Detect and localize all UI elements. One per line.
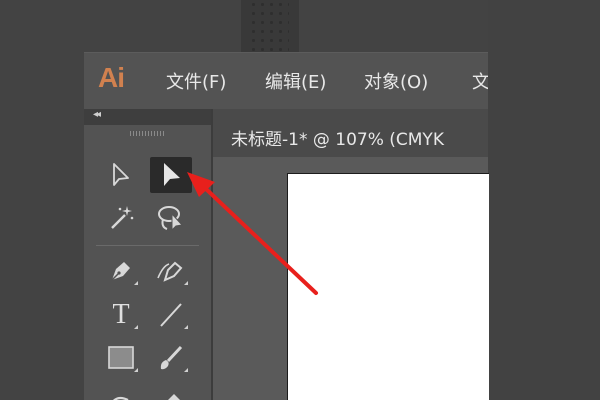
magic-wand-tool[interactable] (100, 200, 142, 236)
menu-text-truncated[interactable]: 文 (472, 68, 488, 94)
background-right-area (488, 0, 600, 400)
pen-nib-icon (111, 262, 130, 281)
hollow-arrow-icon (113, 163, 129, 186)
desktop-background: Ai 文件(F) 编辑(E) 对象(O) 文 ◂◂ T 未标题-1* @ 107… (0, 0, 600, 400)
curvature-pen-icon (157, 261, 183, 282)
pen-tool[interactable] (100, 253, 142, 289)
selection-tool[interactable] (150, 157, 192, 193)
tools-panel-header[interactable]: ◂◂ (84, 109, 211, 125)
document-tab[interactable]: 未标题-1* @ 107% (CMYK (231, 125, 488, 150)
paintbrush-icon (160, 345, 183, 370)
eraser-icon (168, 394, 180, 400)
background-panel-strip (241, 0, 299, 52)
tools-panel: ◂◂ T (84, 109, 213, 400)
line-segment-tool[interactable] (150, 297, 192, 333)
shaper-icon (113, 396, 129, 400)
menu-bar: Ai 文件(F) 编辑(E) 对象(O) 文 (84, 53, 488, 107)
shaper-tool[interactable] (100, 383, 142, 400)
lasso-icon (158, 206, 183, 232)
canvas-area[interactable] (213, 157, 489, 400)
collapse-icon[interactable]: ◂◂ (93, 109, 101, 120)
rectangle-tool[interactable] (100, 340, 142, 376)
paintbrush-tool[interactable] (150, 340, 192, 376)
eraser-tool[interactable] (150, 383, 192, 400)
curvature-tool[interactable] (150, 253, 192, 289)
illustrator-window: Ai 文件(F) 编辑(E) 对象(O) 文 ◂◂ T 未标题-1* @ 107… (84, 52, 489, 400)
menu-edit[interactable]: 编辑(E) (265, 68, 326, 94)
artboard[interactable] (287, 173, 489, 400)
document-tab-bar: 未标题-1* @ 107% (CMYK (213, 109, 488, 157)
solid-arrow-icon (164, 163, 180, 186)
type-tool[interactable]: T (100, 297, 142, 333)
rectangle-icon (108, 346, 134, 369)
panel-grip-handle[interactable] (130, 131, 164, 136)
menu-file[interactable]: 文件(F) (166, 68, 226, 94)
app-logo: Ai (98, 62, 125, 93)
lasso-tool[interactable] (150, 200, 192, 236)
type-icon: T (112, 299, 130, 330)
tool-group-divider (96, 245, 199, 246)
menu-object[interactable]: 对象(O) (364, 68, 428, 94)
magic-wand-icon (111, 206, 134, 229)
line-icon (160, 303, 182, 327)
direct-selection-tool[interactable] (100, 157, 142, 193)
